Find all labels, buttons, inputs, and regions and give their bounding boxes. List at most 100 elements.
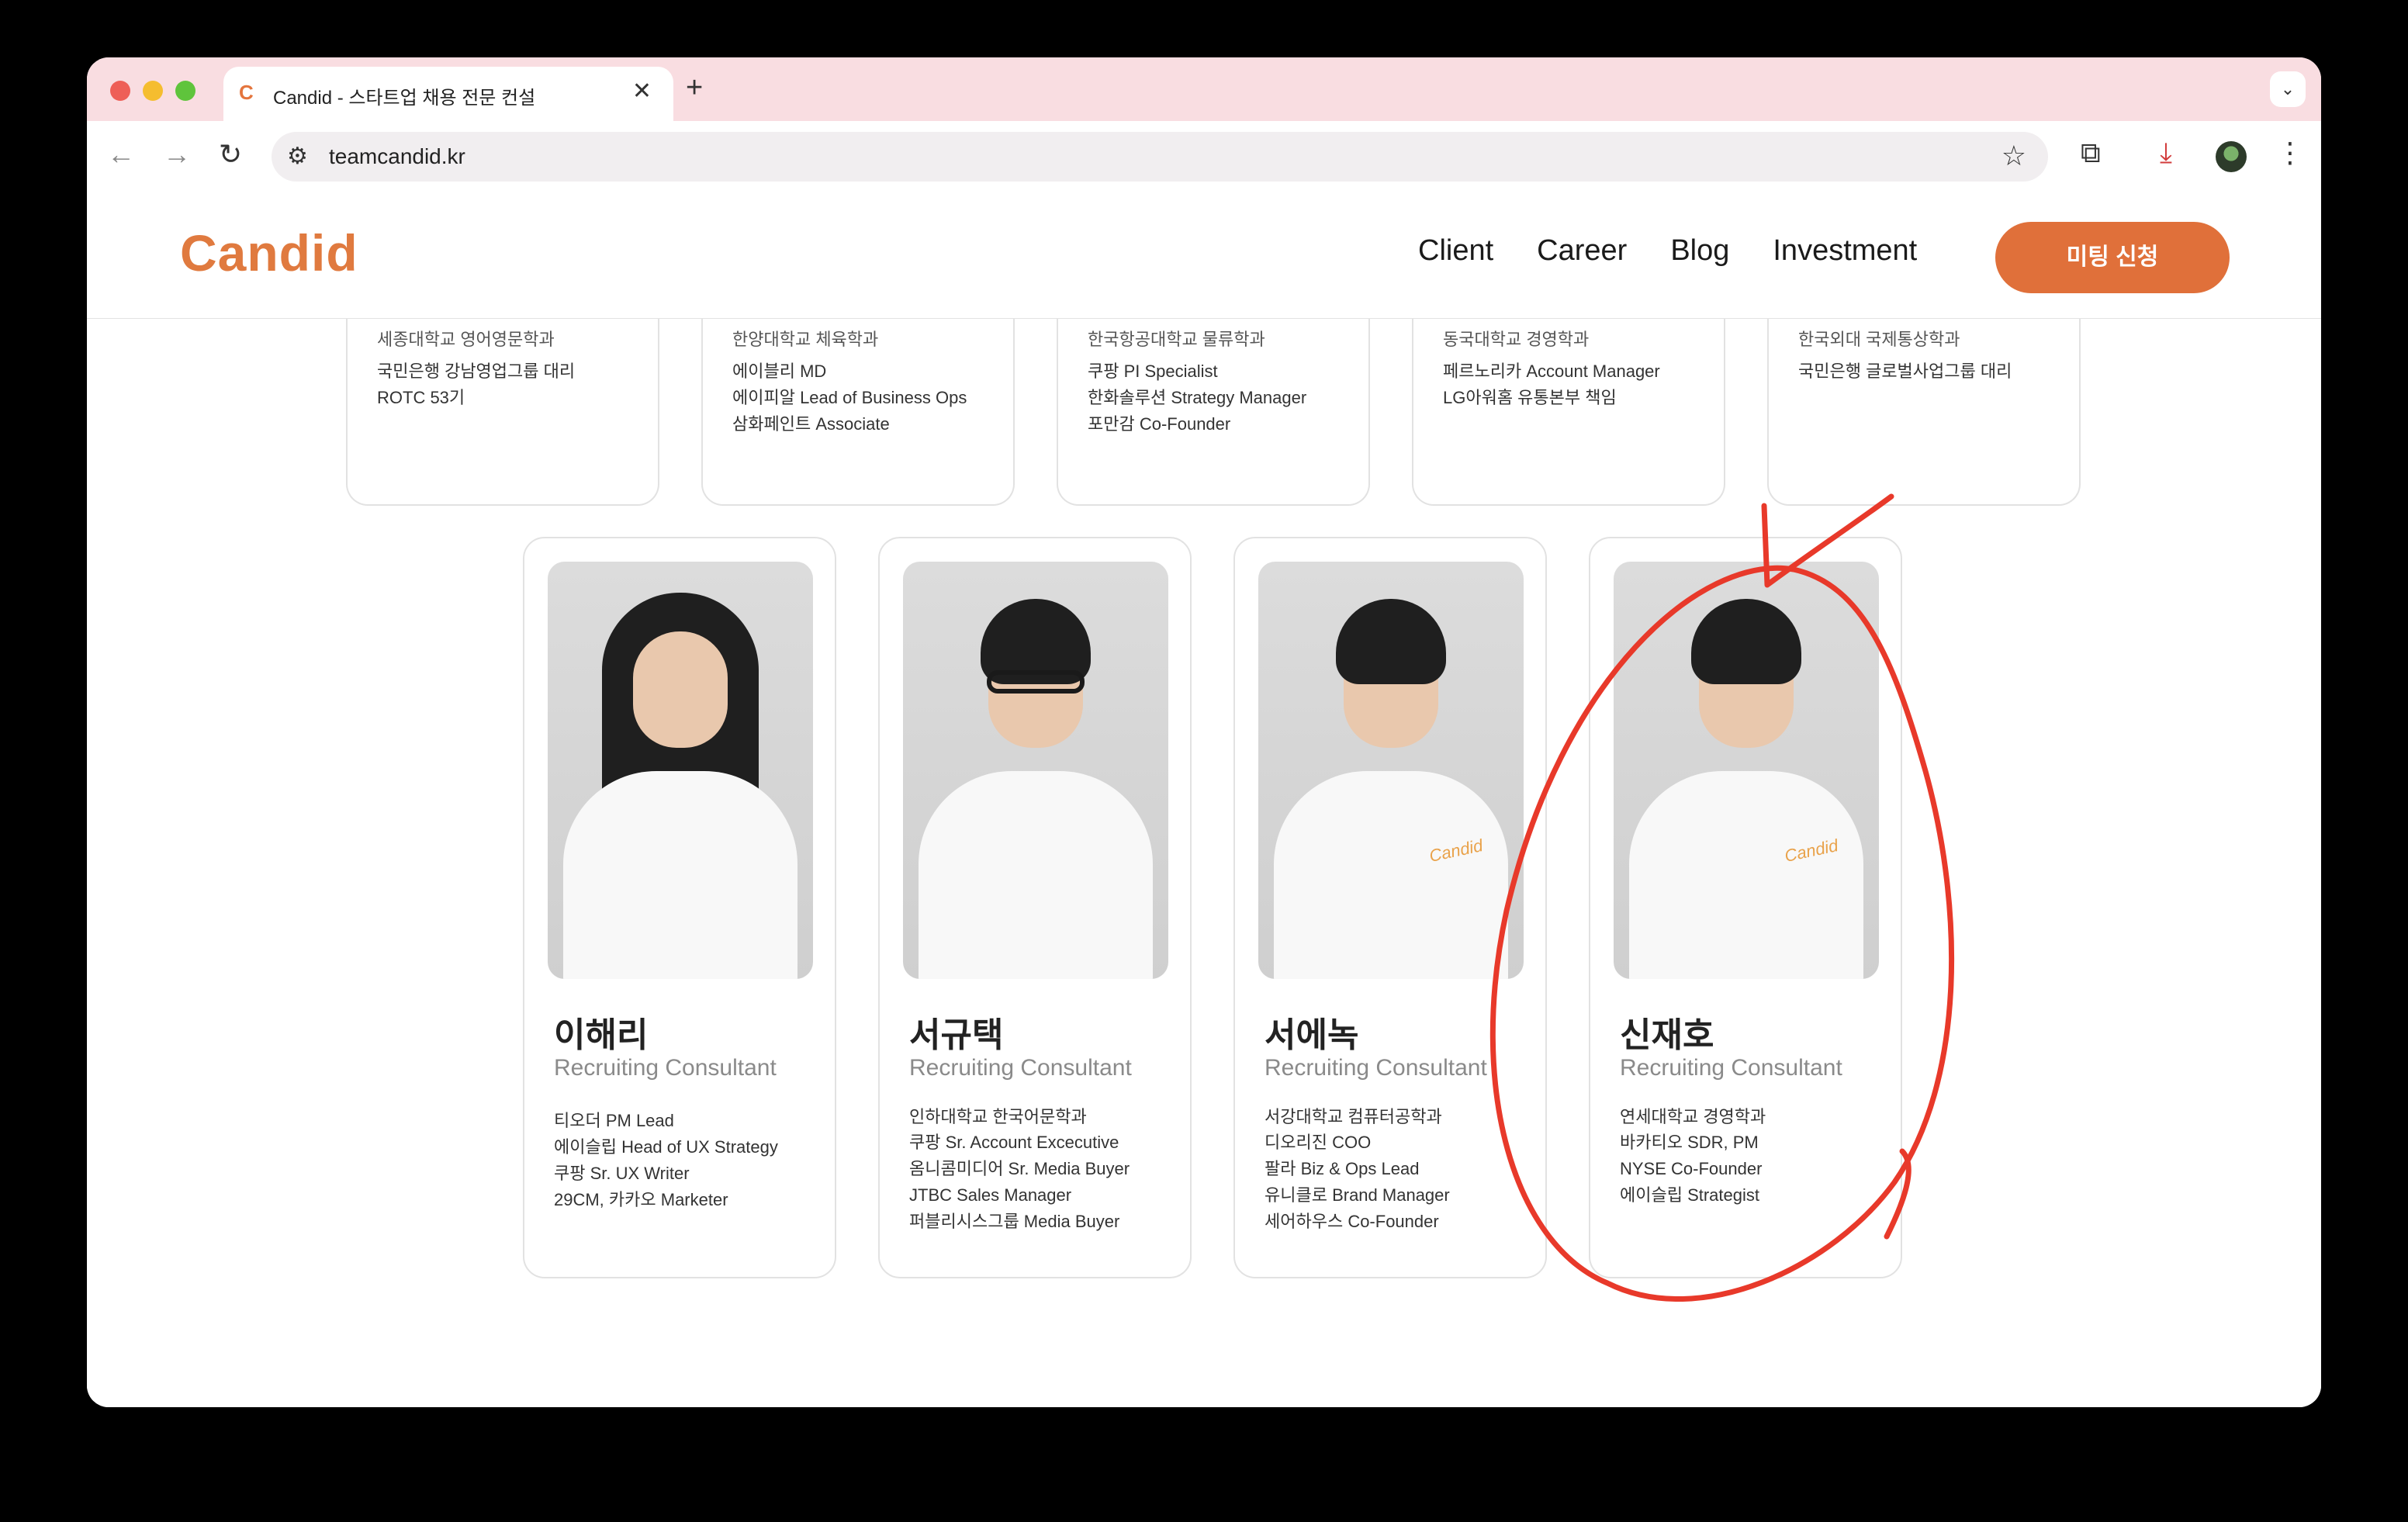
forward-arrow-icon[interactable]: → xyxy=(163,138,191,171)
profile-avatar[interactable] xyxy=(2216,141,2247,172)
member-education: 한국외대 국제통상학과 xyxy=(1798,330,1960,349)
member-card-partial: 한양대학교 체육학과 에이블리 MD 에이피알 Lead of Business… xyxy=(701,287,1015,506)
member-role: Recruiting Consultant xyxy=(1620,1055,1842,1081)
member-career: 쿠팡 Sr. Account Excecutive 옴니콤미디어 Sr. Med… xyxy=(909,1129,1130,1235)
nav-investment[interactable]: Investment xyxy=(1773,234,1917,268)
photo-face xyxy=(633,631,728,748)
member-photo: Candid xyxy=(1258,562,1524,979)
career-line: 쿠팡 PI Specialist xyxy=(1088,361,1218,381)
member-career: 페르노리카 Account Manager LG아워홈 유통본부 책임 xyxy=(1443,358,1660,411)
photo-body xyxy=(1274,771,1508,979)
career-line: 디오리진 COO xyxy=(1265,1133,1372,1152)
maximize-window-button[interactable] xyxy=(175,81,195,101)
career-line: 쿠팡 Sr. Account Excecutive xyxy=(909,1133,1119,1152)
site-logo[interactable]: Candid xyxy=(180,223,358,282)
favicon-icon: C xyxy=(239,81,254,104)
career-line: 에이피알 Lead of Business Ops xyxy=(732,388,967,407)
member-education: 한양대학교 체육학과 xyxy=(732,330,879,349)
member-role: Recruiting Consultant xyxy=(1265,1055,1487,1081)
career-line: 바카티오 SDR, PM xyxy=(1620,1133,1759,1152)
nav-career[interactable]: Career xyxy=(1537,234,1627,268)
team-section: 세종대학교 영어영문학과 국민은행 강남영업그룹 대리 ROTC 53기 한양대… xyxy=(87,287,2321,1407)
star-icon[interactable]: ☆ xyxy=(2001,140,2026,172)
more-menu-icon[interactable]: ⋮ xyxy=(2276,137,2304,169)
career-line: 티오더 PM Lead xyxy=(554,1111,674,1130)
tab-title: Candid - 스타트업 채용 전문 컨설 xyxy=(273,88,536,109)
member-career: 쿠팡 PI Specialist 한화솔루션 Strategy Manager … xyxy=(1088,358,1306,438)
member-education: 인하대학교 한국어문학과 xyxy=(909,1107,1087,1126)
member-card-partial: 한국항공대학교 물류학과 쿠팡 PI Specialist 한화솔루션 Stra… xyxy=(1057,287,1370,506)
tab-close-icon[interactable]: ✕ xyxy=(632,78,652,105)
member-card[interactable]: Candid 서에녹 Recruiting Consultant 서강대학교 컴… xyxy=(1233,537,1547,1278)
member-career: 에이블리 MD 에이피알 Lead of Business Ops 삼화페인트 … xyxy=(732,358,967,438)
member-card-partial: 세종대학교 영어영문학과 국민은행 강남영업그룹 대리 ROTC 53기 xyxy=(346,287,659,506)
new-tab-button[interactable]: + xyxy=(686,71,703,105)
member-photo xyxy=(903,562,1168,979)
career-line: 국민은행 강남영업그룹 대리 xyxy=(377,361,576,381)
close-window-button[interactable] xyxy=(110,81,130,101)
photo-hair xyxy=(1336,599,1446,684)
career-line: 삼화페인트 Associate xyxy=(732,414,890,434)
member-education: 서강대학교 컴퓨터공학과 xyxy=(1265,1107,1442,1126)
extensions-icon[interactable]: ⧉ xyxy=(2081,137,2101,170)
career-line: 포만감 Co-Founder xyxy=(1088,414,1231,434)
address-bar[interactable]: ⚙ teamcandid.kr ☆ xyxy=(272,132,2048,182)
career-line: 국민은행 글로벌사업그룹 대리 xyxy=(1798,361,2012,381)
photo-body xyxy=(919,771,1153,979)
url-text[interactable]: teamcandid.kr xyxy=(329,144,465,169)
member-education: 연세대학교 경영학과 xyxy=(1620,1107,1766,1126)
member-career: 국민은행 글로벌사업그룹 대리 xyxy=(1798,358,2012,385)
member-career: 티오더 PM Lead 에이슬립 Head of UX Strategy 쿠팡 … xyxy=(554,1108,778,1213)
photo-hair xyxy=(1691,599,1801,684)
member-card[interactable]: 이해리 Recruiting Consultant 티오더 PM Lead 에이… xyxy=(523,537,836,1278)
member-card[interactable]: 서규택 Recruiting Consultant 인하대학교 한국어문학과 쿠… xyxy=(878,537,1192,1278)
member-career: 국민은행 강남영업그룹 대리 ROTC 53기 xyxy=(377,358,575,411)
career-line: 쿠팡 Sr. UX Writer xyxy=(554,1164,690,1183)
career-line: LG아워홈 유통본부 책임 xyxy=(1443,388,1617,407)
career-line: JTBC Sales Manager xyxy=(909,1185,1072,1205)
member-career: 디오리진 COO 팔라 Biz & Ops Lead 유니클로 Brand Ma… xyxy=(1265,1129,1450,1235)
career-line: 에이슬립 Strategist xyxy=(1620,1185,1760,1205)
meeting-request-button[interactable]: 미팅 신청 xyxy=(1995,222,2230,293)
back-arrow-icon[interactable]: ← xyxy=(107,138,135,171)
browser-toolbar: ← → ↻ ⚙ teamcandid.kr ☆ ⧉ ⤓ ⋮ xyxy=(87,121,2321,193)
nav-blog[interactable]: Blog xyxy=(1670,234,1729,268)
reload-icon[interactable]: ↻ xyxy=(219,138,242,171)
career-line: 한화솔루션 Strategy Manager xyxy=(1088,388,1307,407)
member-card[interactable]: Candid 신재호 Recruiting Consultant 연세대학교 경… xyxy=(1589,537,1902,1278)
career-line: 세어하우스 Co-Founder xyxy=(1265,1212,1439,1231)
member-education: 한국항공대학교 물류학과 xyxy=(1088,330,1265,349)
member-name: 서규택 xyxy=(909,1016,1004,1054)
career-line: 퍼블리시스그룹 Media Buyer xyxy=(909,1212,1120,1231)
career-line: NYSE Co-Founder xyxy=(1620,1159,1763,1178)
minimize-window-button[interactable] xyxy=(143,81,163,101)
active-tab[interactable]: C Candid - 스타트업 채용 전문 컨설 ✕ xyxy=(223,67,673,121)
tab-strip: C Candid - 스타트업 채용 전문 컨설 ✕ + ⌄ xyxy=(87,57,2321,121)
download-icon[interactable]: ⤓ xyxy=(2160,137,2172,170)
career-line: ROTC 53기 xyxy=(377,388,465,407)
career-line: 팔라 Biz & Ops Lead xyxy=(1265,1159,1420,1178)
member-photo xyxy=(548,562,813,979)
member-education: 동국대학교 경영학과 xyxy=(1443,330,1590,349)
member-name: 이해리 xyxy=(554,1016,649,1054)
member-photo: Candid xyxy=(1614,562,1879,979)
tab-search-button[interactable]: ⌄ xyxy=(2270,71,2306,107)
member-career: 바카티오 SDR, PM NYSE Co-Founder 에이슬립 Strate… xyxy=(1620,1129,1762,1209)
career-line: 옴니콤미디어 Sr. Media Buyer xyxy=(909,1159,1130,1178)
member-education: 세종대학교 영어영문학과 xyxy=(377,330,555,349)
browser-window: C Candid - 스타트업 채용 전문 컨설 ✕ + ⌄ ← → ↻ ⚙ t… xyxy=(87,57,2321,1407)
member-name: 신재호 xyxy=(1620,1016,1714,1054)
member-card-partial: 한국외대 국제통상학과 국민은행 글로벌사업그룹 대리 xyxy=(1767,287,2081,506)
main-nav: Client Career Blog Investment xyxy=(1418,234,1917,268)
member-name: 서에녹 xyxy=(1265,1016,1359,1054)
career-line: 29CM, 카카오 Marketer xyxy=(554,1190,728,1209)
site-header: Candid Client Career Blog Investment 미팅 … xyxy=(87,192,2321,319)
photo-body xyxy=(1629,771,1863,979)
site-settings-icon[interactable]: ⚙ xyxy=(287,143,308,170)
nav-client[interactable]: Client xyxy=(1418,234,1493,268)
member-role: Recruiting Consultant xyxy=(554,1055,777,1081)
member-card-partial: 동국대학교 경영학과 페르노리카 Account Manager LG아워홈 유… xyxy=(1412,287,1725,506)
career-line: 페르노리카 Account Manager xyxy=(1443,361,1660,381)
member-role: Recruiting Consultant xyxy=(909,1055,1132,1081)
photo-glasses xyxy=(987,670,1085,694)
